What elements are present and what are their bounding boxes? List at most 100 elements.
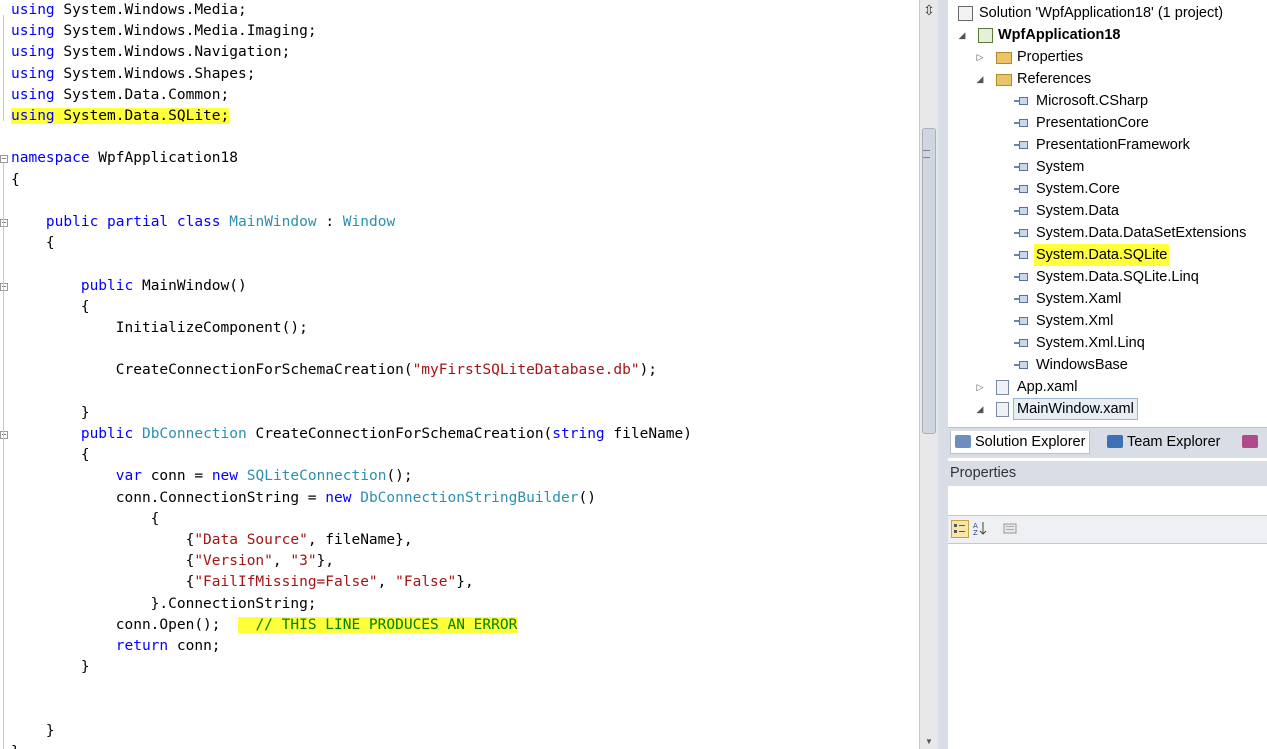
collapse-method-icon[interactable]: − [0, 431, 8, 439]
code-line: }.ConnectionString; [11, 594, 317, 615]
code-token: MainWindow() [133, 277, 247, 294]
code-token: public [80, 426, 134, 442]
code-token: conn = [141, 468, 212, 485]
code-token: { [11, 235, 55, 252]
code-line: public MainWindow() [11, 276, 247, 297]
split-window-icon[interactable]: ⇳ [922, 3, 936, 23]
tool-window-tabs: Solution Explorer Team Explorer [948, 427, 1267, 458]
collapsed-arrow-icon[interactable]: ▷ [974, 376, 986, 398]
outline-guide [3, 15, 4, 121]
code-line: public partial class MainWindow : Window [11, 212, 395, 233]
reference-icon [1014, 317, 1028, 325]
code-token: } [11, 659, 90, 676]
code-token: System.Data.SQLite; [54, 108, 230, 124]
tree-item[interactable]: ◢ References [948, 68, 1267, 90]
reference-icon [1014, 97, 1028, 105]
solution-icon [958, 6, 973, 21]
code-token: { [11, 574, 195, 591]
code-token: }.ConnectionString; [11, 595, 317, 612]
code-line: CreateConnectionForSchemaCreation("myFir… [11, 360, 657, 381]
tree-item[interactable]: System.Data [948, 200, 1267, 222]
collapsed-arrow-icon[interactable]: ▷ [974, 46, 986, 68]
tree-item[interactable]: System.Data.SQLite [948, 244, 1267, 266]
code-token: DbConnection [141, 426, 247, 442]
tree-item[interactable]: Microsoft.CSharp [948, 90, 1267, 112]
expanded-arrow-icon[interactable]: ◢ [974, 68, 986, 90]
tab-team-explorer[interactable]: Team Explorer [1103, 431, 1224, 453]
code-token: , fileName}, [307, 532, 413, 548]
svg-text:Z: Z [973, 529, 978, 536]
reference-icon [1014, 339, 1028, 347]
tree-item[interactable]: PresentationCore [948, 112, 1267, 134]
tab-solution-explorer[interactable]: Solution Explorer [950, 431, 1091, 454]
code-token: System.Windows.Media.Imaging; [54, 23, 317, 40]
code-line: } [11, 657, 90, 678]
tree-item-label: Solution 'WpfApplication18' (1 project) [979, 5, 1224, 21]
tree-item[interactable]: System.Xaml [948, 288, 1267, 310]
tree-item-label: System.Xaml [1036, 291, 1122, 307]
tree-item[interactable]: System.Data.SQLite.Linq [948, 266, 1267, 288]
collapse-namespace-icon[interactable]: − [0, 155, 8, 164]
properties-toolbar: AZ [948, 516, 1267, 544]
code-line: using System.Windows.Navigation; [11, 42, 290, 63]
code-token: { [11, 447, 90, 464]
code-token: conn.Open(); [11, 616, 238, 633]
code-token: , [272, 553, 291, 570]
collapse-constructor-icon[interactable]: − [0, 282, 8, 291]
expanded-arrow-icon[interactable]: ◢ [956, 24, 968, 46]
code-token: InitializeComponent(); [11, 320, 308, 336]
tree-item-label: System.Data [1036, 203, 1119, 219]
property-pages-button[interactable] [1002, 520, 1020, 538]
tree-item[interactable]: System [948, 156, 1267, 178]
alphabetical-button[interactable]: AZ [972, 520, 990, 538]
tree-item[interactable]: Solution 'WpfApplication18' (1 project) [948, 2, 1267, 24]
code-line: using System.Windows.Media.Imaging; [11, 21, 317, 42]
code-token: "myFirstSQLiteDatabase.db" [412, 362, 640, 379]
categorized-button[interactable] [951, 520, 969, 538]
code-line: var conn = new SQLiteConnection(); [11, 466, 413, 487]
tree-item[interactable]: ◢ WpfApplication18 [948, 24, 1267, 46]
properties-folder-icon [996, 52, 1012, 64]
tree-item[interactable]: System.Core [948, 178, 1267, 200]
scrollbar-thumb[interactable] [922, 128, 936, 434]
tree-item[interactable]: System.Xml.Linq [948, 332, 1267, 354]
code-token: string [552, 426, 605, 442]
expanded-arrow-icon[interactable]: ◢ [974, 398, 986, 420]
code-line: } [11, 742, 20, 749]
code-token: "Data Source" [194, 532, 308, 548]
code-token: using [11, 23, 55, 40]
panel-splitter[interactable] [938, 0, 948, 749]
code-token: using [11, 108, 55, 124]
code-line: { [11, 297, 90, 318]
code-token: CreateConnectionForSchemaCreation( [246, 426, 553, 442]
tree-item[interactable]: ▷ App.xaml [948, 376, 1267, 398]
code-token: partial [107, 214, 169, 230]
reference-icon [1014, 119, 1028, 127]
code-token: { [11, 298, 90, 315]
editor-vertical-scrollbar[interactable]: ⇳ ▼ [919, 0, 939, 749]
scroll-down-arrow-icon[interactable]: ▼ [924, 737, 934, 747]
xaml-file-icon [996, 402, 1009, 417]
tree-item-label: System.Xml [1036, 313, 1114, 329]
tree-item[interactable]: System.Xml [948, 310, 1267, 332]
code-line: InitializeComponent(); [11, 318, 308, 339]
tree-item[interactable]: PresentationFramework [948, 134, 1267, 156]
tab-class-view[interactable] [1238, 431, 1266, 453]
code-line: using System.Windows.Shapes; [11, 64, 255, 85]
tree-item[interactable]: System.Data.DataSetExtensions [948, 222, 1267, 244]
code-editor[interactable]: −−−− using System.Windows.Media;using Sy… [0, 0, 919, 749]
tree-item-label: System.Data.SQLite.Linq [1036, 269, 1199, 285]
collapse-class-icon[interactable]: − [0, 219, 8, 227]
code-token: Window [342, 214, 396, 230]
object-selector[interactable] [948, 486, 1267, 516]
tree-item[interactable]: WindowsBase [948, 354, 1267, 376]
scrollbar-grip-icon [923, 150, 930, 158]
code-token: using [11, 2, 55, 18]
xaml-file-icon [996, 380, 1009, 395]
tree-item[interactable]: ◢ MainWindow.xaml [948, 398, 1267, 420]
tree-item[interactable]: ▷ Properties [948, 46, 1267, 68]
tree-item-label: Microsoft.CSharp [1036, 93, 1149, 109]
